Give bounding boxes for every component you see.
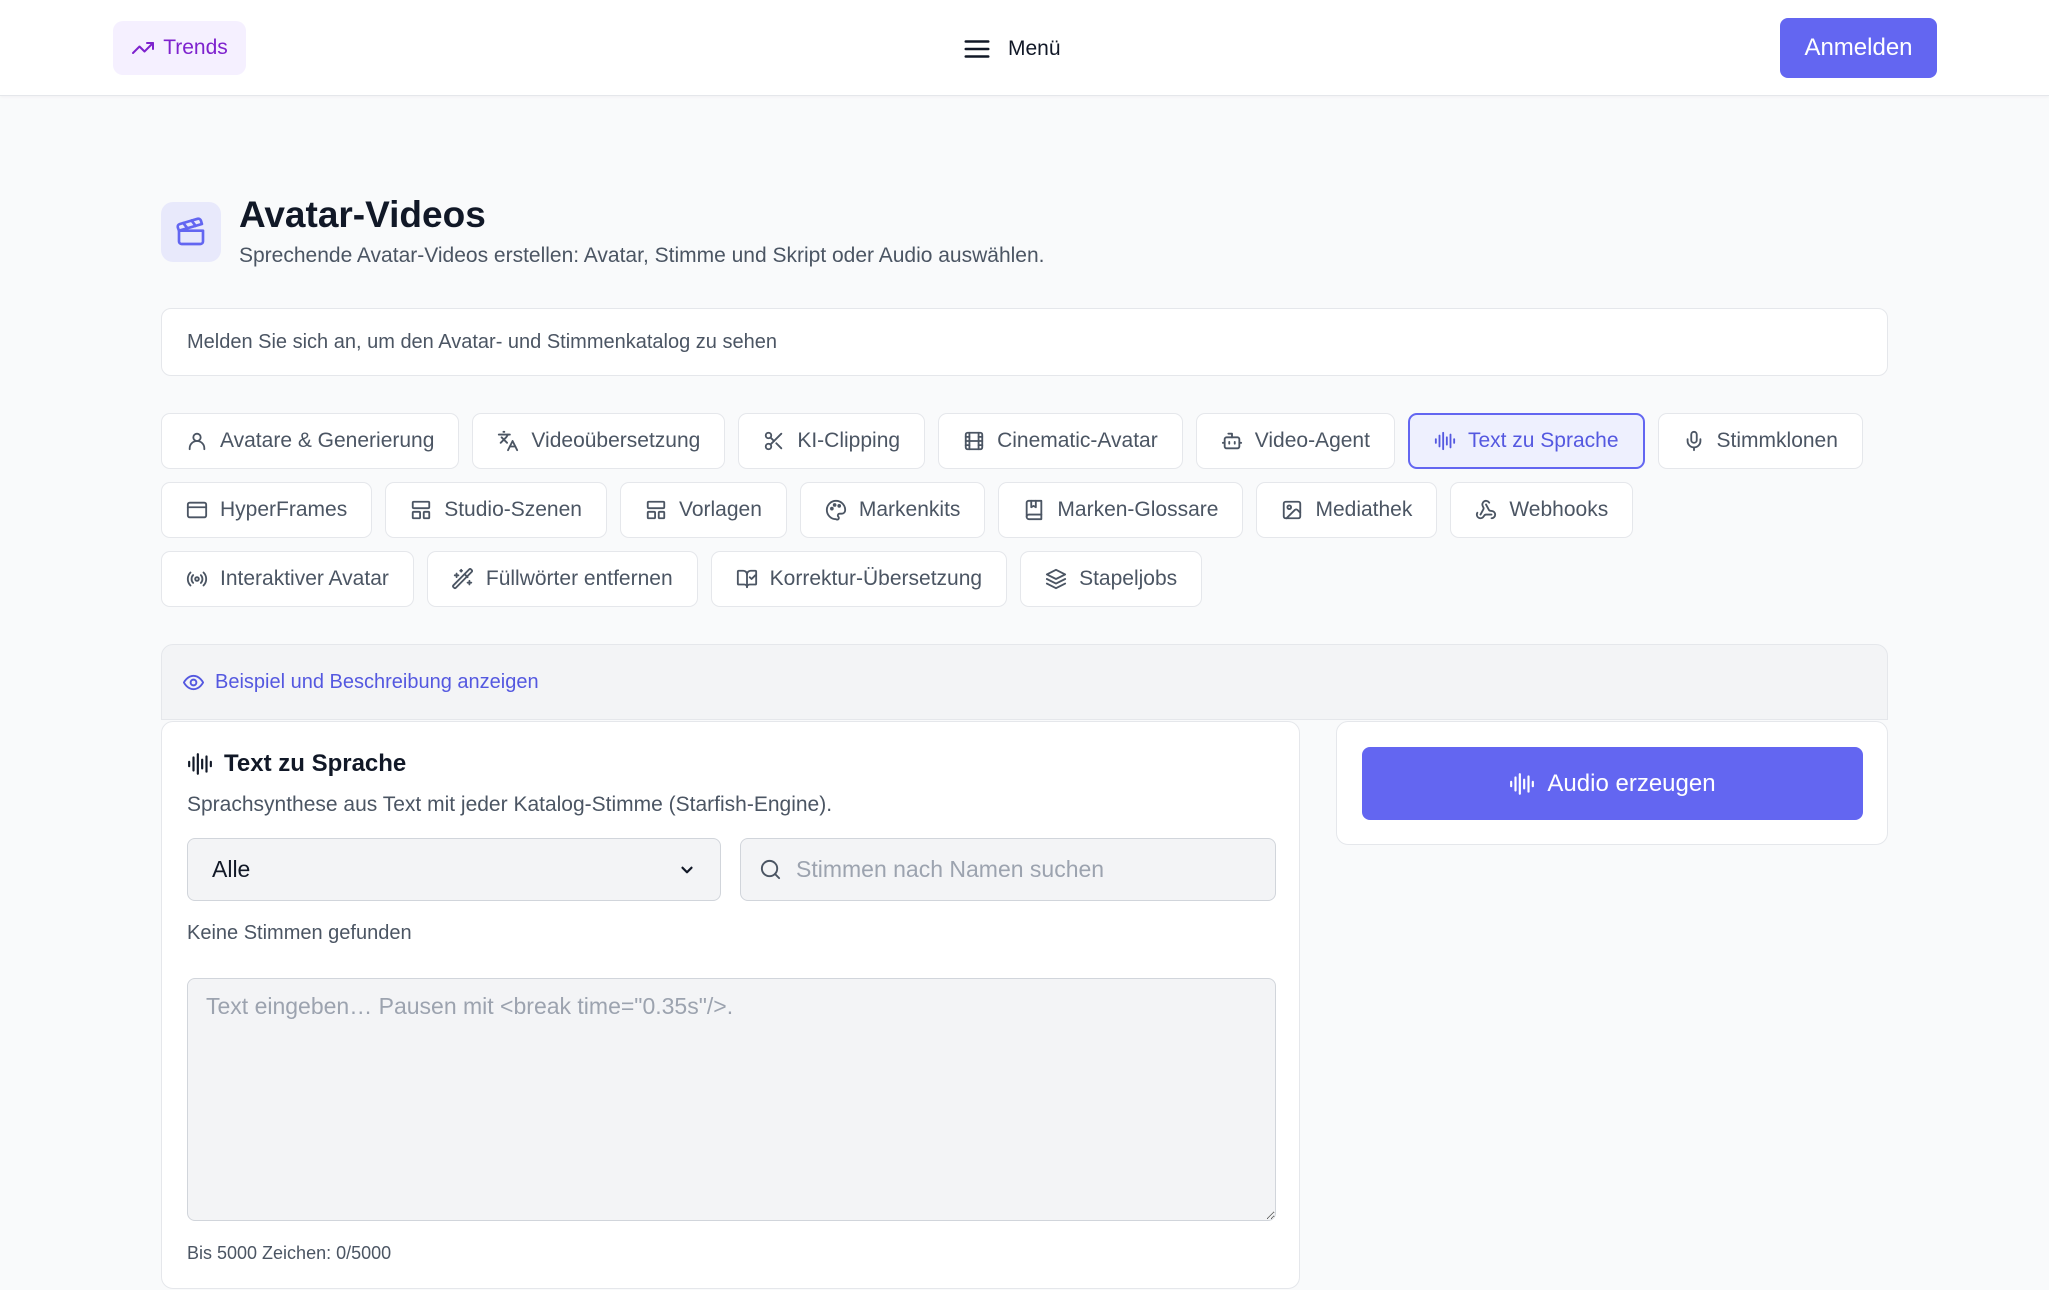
generate-audio-button[interactable]: Audio erzeugen: [1362, 747, 1863, 820]
tab-label: Markenkits: [858, 498, 961, 521]
tab-avatare-generierung[interactable]: Avatare & Generierung: [161, 413, 460, 469]
tab-text-zu-sprache[interactable]: Text zu Sprache: [1407, 413, 1645, 469]
audio-waveform-icon: [1509, 771, 1535, 797]
tab-label: Marken-Glossare: [1057, 498, 1219, 521]
tab-label: Cinematic-Avatar: [997, 429, 1158, 452]
char-count: Bis 5000 Zeichen: 0/5000: [187, 1243, 392, 1263]
generate-audio-label: Audio erzeugen: [1547, 769, 1716, 797]
film-icon: [963, 430, 985, 452]
broadcast-icon: [186, 568, 208, 590]
login-button[interactable]: Anmelden: [1780, 18, 1937, 78]
tab-label: Stimmklonen: [1716, 429, 1838, 452]
browser-window-icon: [186, 499, 208, 521]
hamburger-icon: [962, 34, 992, 64]
tab-label: HyperFrames: [220, 498, 348, 521]
tab-label: Webhooks: [1509, 498, 1609, 521]
clapperboard-icon: [161, 202, 221, 262]
eye-icon: [182, 671, 205, 694]
user-icon: [186, 430, 208, 452]
tab-label: Videoübersetzung: [531, 429, 701, 452]
tab-label: Studio-Szenen: [444, 498, 582, 521]
menu-button[interactable]: Menü: [962, 28, 1061, 70]
tab-label: Text zu Sprache: [1467, 429, 1619, 452]
tab-label: Interaktiver Avatar: [220, 567, 389, 590]
magic-wand-icon: [451, 568, 474, 590]
layers-icon: [1045, 568, 1067, 590]
tab-label: Vorlagen: [678, 498, 762, 521]
no-voices-message: Keine Stimmen gefunden: [187, 922, 412, 944]
tab-markenkits[interactable]: Markenkits: [799, 482, 986, 538]
tab-mediathek[interactable]: Mediathek: [1256, 482, 1438, 538]
tab-video-agent[interactable]: Video-Agent: [1195, 413, 1395, 469]
page-subtitle: Sprechende Avatar-Videos erstellen: Avat…: [239, 244, 1045, 267]
tab-label: Avatare & Generierung: [220, 429, 435, 452]
show-example-label: Beispiel und Beschreibung anzeigen: [215, 670, 539, 693]
action-card: Audio erzeugen: [1336, 721, 1888, 845]
layout-icon: [410, 499, 432, 521]
tts-card-title: Text zu Sprache: [187, 750, 406, 778]
tts-text-input[interactable]: [187, 978, 1276, 1221]
voice-filter-value: Alle: [212, 856, 251, 882]
tab-label: Video-Agent: [1254, 429, 1370, 452]
voice-search-input[interactable]: [796, 856, 1256, 883]
tab-studio-szenen[interactable]: Studio-Szenen: [385, 482, 607, 538]
tab-stapeljobs[interactable]: Stapeljobs: [1020, 551, 1203, 607]
login-hint-banner: Melden Sie sich an, um den Avatar- und S…: [161, 308, 1888, 376]
trends-label: Trends: [163, 36, 228, 59]
tab-fuellwoerter-entfernen[interactable]: Füllwörter entfernen: [426, 551, 698, 607]
trending-up-icon: [131, 36, 155, 60]
palette-icon: [825, 499, 847, 521]
translate-icon: [497, 430, 519, 452]
feature-tabs: Avatare & Generierung Videoübersetzung K…: [161, 413, 1901, 620]
tab-vorlagen[interactable]: Vorlagen: [619, 482, 787, 538]
tab-hyperframes[interactable]: HyperFrames: [161, 482, 373, 538]
bot-icon: [1221, 430, 1243, 452]
tab-label: Füllwörter entfernen: [485, 567, 673, 590]
voice-search-box: [740, 838, 1276, 901]
trends-link[interactable]: Trends: [113, 21, 246, 75]
tab-cinematic-avatar[interactable]: Cinematic-Avatar: [938, 413, 1183, 469]
book-check-icon: [736, 568, 758, 590]
webhook-icon: [1475, 499, 1497, 521]
tts-title: Text zu Sprache: [224, 750, 407, 777]
audio-waveform-icon: [1434, 430, 1456, 452]
audio-waveform-icon: [187, 751, 213, 777]
tab-korrektur-uebersetzung[interactable]: Korrektur-Übersetzung: [710, 551, 1008, 607]
search-icon: [759, 858, 782, 881]
tab-webhooks[interactable]: Webhooks: [1450, 482, 1634, 538]
scissors-icon: [763, 430, 785, 452]
book-icon: [1023, 499, 1045, 521]
show-example-toggle[interactable]: Beispiel und Beschreibung anzeigen: [161, 644, 1888, 720]
template-icon: [645, 499, 667, 521]
page-title: Avatar-Videos: [239, 194, 486, 235]
tab-label: Stapeljobs: [1079, 567, 1178, 590]
tts-card: Text zu Sprache Sprachsynthese aus Text …: [161, 721, 1300, 1289]
menu-label: Menü: [1008, 37, 1061, 60]
microphone-icon: [1683, 430, 1705, 452]
tab-label: Mediathek: [1315, 498, 1413, 521]
tab-marken-glossare[interactable]: Marken-Glossare: [998, 482, 1244, 538]
voice-filter-select[interactable]: Alle: [187, 838, 721, 901]
tab-label: Korrektur-Übersetzung: [769, 567, 983, 590]
tab-videouebersetzung[interactable]: Videoübersetzung: [472, 413, 726, 469]
tab-interaktiver-avatar[interactable]: Interaktiver Avatar: [161, 551, 414, 607]
image-icon: [1281, 499, 1303, 521]
tab-label: KI-Clipping: [797, 429, 901, 452]
tab-ki-clipping[interactable]: KI-Clipping: [738, 413, 926, 469]
tts-description: Sprachsynthese aus Text mit jeder Katalo…: [187, 793, 833, 816]
tab-stimmklonen[interactable]: Stimmklonen: [1657, 413, 1863, 469]
chevron-down-icon: [678, 861, 696, 879]
top-header: Trends Menü Anmelden: [0, 0, 2049, 96]
